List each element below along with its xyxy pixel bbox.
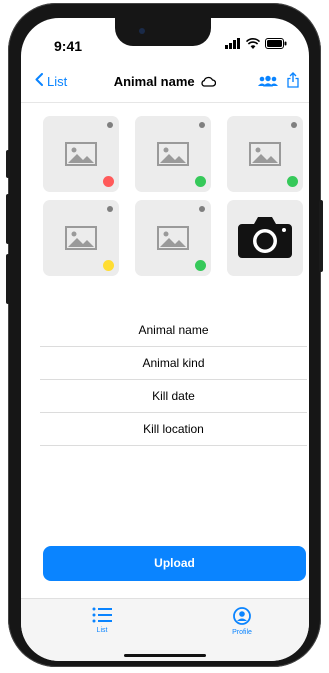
animal-kind-field[interactable]: Animal kind	[40, 347, 307, 380]
tab-profile[interactable]: Profile	[207, 607, 277, 636]
status-indicator	[103, 260, 114, 271]
image-placeholder-icon	[65, 142, 97, 171]
navigation-bar: List Animal name	[21, 62, 309, 102]
people-icon[interactable]	[258, 74, 278, 92]
volume-up-button	[6, 194, 10, 244]
remove-photo-icon[interactable]	[107, 206, 113, 212]
share-icon[interactable]	[287, 72, 299, 93]
tab-bar: List Profile	[21, 598, 309, 661]
status-indicator	[103, 176, 114, 187]
upload-button[interactable]: Upload	[43, 546, 306, 581]
image-placeholder-icon	[157, 142, 189, 171]
app-screen: 9:41 List Animal name Animal name Animal…	[21, 18, 309, 661]
nav-actions	[258, 72, 299, 93]
remove-photo-icon[interactable]	[199, 122, 205, 128]
profile-icon	[233, 607, 251, 627]
add-photo-button[interactable]	[227, 200, 303, 276]
kill-location-field[interactable]: Kill location	[40, 413, 307, 446]
details-form: Animal name Animal kind Kill date Kill l…	[40, 314, 307, 446]
wifi-icon	[245, 36, 261, 54]
signal-icon	[225, 36, 241, 54]
tab-list-label: List	[96, 627, 108, 634]
remove-photo-icon[interactable]	[291, 122, 297, 128]
status-indicator	[287, 176, 298, 187]
nav-divider	[21, 102, 309, 103]
remove-photo-icon[interactable]	[107, 122, 113, 128]
list-icon	[92, 607, 112, 625]
cloud-icon	[200, 75, 217, 90]
notch	[115, 18, 211, 46]
photo-tile[interactable]	[135, 200, 211, 276]
side-button	[319, 200, 323, 272]
mute-switch	[6, 150, 10, 178]
title-text: Animal name	[113, 74, 195, 89]
photo-tile[interactable]	[135, 116, 211, 192]
image-placeholder-icon	[65, 226, 97, 255]
image-placeholder-icon	[157, 226, 189, 255]
home-indicator	[124, 654, 206, 657]
tab-list[interactable]: List	[67, 607, 137, 634]
status-time: 9:41	[54, 38, 83, 54]
remove-photo-icon[interactable]	[199, 206, 205, 212]
battery-icon	[265, 36, 287, 54]
camera-icon	[236, 214, 294, 265]
animal-name-field[interactable]: Animal name	[40, 314, 307, 347]
tab-profile-label: Profile	[232, 629, 252, 636]
status-icons	[225, 38, 287, 54]
volume-down-button	[6, 254, 10, 304]
status-indicator	[195, 176, 206, 187]
photo-tile[interactable]	[43, 116, 119, 192]
status-indicator	[195, 260, 206, 271]
photo-tile[interactable]	[43, 200, 119, 276]
kill-date-field[interactable]: Kill date	[40, 380, 307, 413]
image-placeholder-icon	[249, 142, 281, 171]
photo-tile[interactable]	[227, 116, 303, 192]
